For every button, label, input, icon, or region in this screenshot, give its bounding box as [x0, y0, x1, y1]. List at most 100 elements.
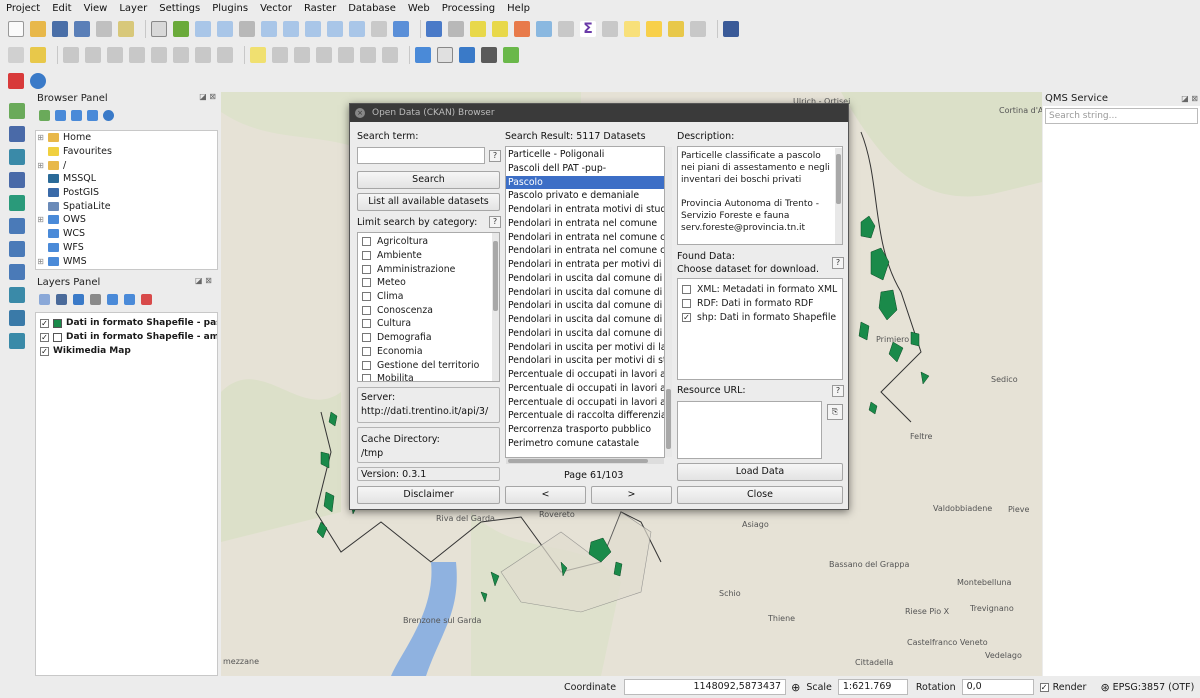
found-item[interactable]: XML: Metadati in formato XML [678, 282, 842, 296]
category-item[interactable]: Ambiente [358, 249, 499, 263]
category-checkbox[interactable] [362, 237, 371, 247]
expand-icon[interactable]: ⊞ [36, 161, 45, 170]
category-item[interactable]: Clima [358, 290, 499, 304]
menu-settings[interactable]: Settings [159, 3, 200, 14]
menu-plugins[interactable]: Plugins [212, 3, 248, 14]
result-item[interactable]: Pendolari in entrata motivi di studio [506, 203, 664, 217]
result-item[interactable]: Percorrenza trasporto pubblico [506, 423, 664, 437]
qms-icon[interactable] [503, 47, 519, 63]
menu-help[interactable]: Help [507, 3, 530, 14]
list-all-button[interactable]: List all available datasets [357, 193, 500, 211]
copy-features-icon[interactable] [195, 47, 211, 63]
expand-icon[interactable]: ⊞ [36, 257, 45, 266]
visibility-icon[interactable] [56, 294, 67, 305]
result-item[interactable]: Pendolari in entrata per motivi di lavor… [506, 258, 664, 272]
browser-item-ows[interactable]: ⊞ OWS [36, 213, 217, 227]
expand-all-icon[interactable] [107, 294, 118, 305]
found-checkbox[interactable] [682, 298, 691, 308]
layer-row[interactable]: ✓ Wikimedia Map [36, 344, 217, 358]
add-feature-icon[interactable] [85, 47, 101, 63]
add-raster-layer-icon[interactable] [9, 126, 25, 142]
csw-icon[interactable] [437, 47, 453, 63]
field-calculator-icon[interactable] [558, 21, 574, 37]
zoom-native-icon[interactable] [239, 21, 255, 37]
browser-item-postgis[interactable]: PostGIS [36, 186, 217, 200]
category-checkbox[interactable] [362, 278, 371, 288]
result-item[interactable]: Percentuale di occupati in lavori a term [506, 396, 664, 410]
remove-layer-icon[interactable] [141, 294, 152, 305]
menu-project[interactable]: Project [6, 3, 40, 14]
copy-url-icon[interactable]: ⎘ [827, 404, 843, 420]
add-virtual-layer-icon[interactable] [9, 310, 25, 326]
result-item[interactable]: Pendolari in uscita per motivi di lavoro [506, 341, 664, 355]
menu-database[interactable]: Database [348, 3, 396, 14]
layer-visibility-checkbox[interactable]: ✓ [40, 332, 49, 342]
print-layout-icon[interactable] [96, 21, 112, 37]
menu-vector[interactable]: Vector [260, 3, 292, 14]
add-vector-layer-icon[interactable] [9, 103, 25, 119]
zoom-layer-icon[interactable] [305, 21, 321, 37]
label-tool-icon[interactable] [250, 47, 266, 63]
current-edits-icon[interactable] [8, 47, 24, 63]
save-edits-icon[interactable] [63, 47, 79, 63]
disclaimer-button[interactable]: Disclaimer [357, 486, 500, 504]
category-item[interactable]: Cultura [358, 317, 499, 331]
refresh-icon[interactable] [393, 21, 409, 37]
zoom-next-icon[interactable] [349, 21, 365, 37]
globe-icon[interactable]: ⊛ [1100, 681, 1109, 694]
browser-item-mssql[interactable]: MSSQL [36, 172, 217, 186]
zoom-last-icon[interactable] [327, 21, 343, 37]
next-page-button[interactable]: > [591, 486, 672, 504]
menu-raster[interactable]: Raster [304, 3, 336, 14]
mouse-icon[interactable]: ⊕ [791, 681, 800, 694]
python-console-icon[interactable] [459, 47, 475, 63]
category-item[interactable]: Gestione del territorio [358, 358, 499, 372]
category-item[interactable]: Economia [358, 345, 499, 359]
layer-visibility-checkbox[interactable]: ✓ [40, 318, 49, 328]
result-item[interactable]: Pendolari in uscita per motivi di studio [506, 354, 664, 368]
browser-item-favourites[interactable]: Favourites [36, 145, 217, 159]
found-item[interactable]: RDF: Dati in formato RDF [678, 296, 842, 310]
result-item[interactable]: Pendolari in entrata nel comune [506, 217, 664, 231]
select-features-icon[interactable] [470, 21, 486, 37]
add-wms-layer-icon[interactable] [9, 218, 25, 234]
browser-item-home[interactable]: ⊞ Home [36, 131, 217, 145]
result-item[interactable]: Percentuale di occupati in lavori a term [506, 368, 664, 382]
category-checkbox[interactable] [362, 360, 371, 370]
select-by-value-icon[interactable] [492, 21, 508, 37]
filter-browser-icon[interactable] [71, 110, 82, 121]
category-item[interactable]: Mobilita [358, 372, 499, 381]
save-project-icon[interactable] [52, 21, 68, 37]
result-item[interactable]: Percentuale di raccolta differenziata [506, 409, 664, 423]
category-item[interactable]: Meteo [358, 276, 499, 290]
label-change-icon[interactable] [360, 47, 376, 63]
new-project-icon[interactable] [8, 21, 24, 37]
result-item[interactable]: Pascolo [506, 175, 664, 190]
layer-row[interactable]: ✓ Dati in formato Shapefile - am… [36, 330, 217, 344]
zoom-selection-icon[interactable] [283, 21, 299, 37]
zoom-full-icon[interactable] [261, 21, 277, 37]
filter-expression-icon[interactable] [90, 294, 101, 305]
search-button[interactable]: Search [357, 171, 500, 189]
deselect-icon[interactable] [514, 21, 530, 37]
label-show-icon[interactable] [294, 47, 310, 63]
result-item[interactable]: Pascolo privato e demaniale [506, 189, 664, 203]
measure-icon[interactable] [602, 21, 618, 37]
qms-float-close-icon[interactable]: ◪ ⊠ [1181, 92, 1198, 106]
help-icon[interactable] [723, 21, 739, 37]
category-item[interactable]: Demografia [358, 331, 499, 345]
move-feature-icon[interactable] [107, 47, 123, 63]
style-manager-icon[interactable] [39, 294, 50, 305]
add-postgis-layer-icon[interactable] [9, 149, 25, 165]
paste-features-icon[interactable] [217, 47, 233, 63]
browser-item-wms[interactable]: ⊞ WMS [36, 254, 217, 268]
found-item[interactable]: ✓ shp: Dati in formato Shapefile [678, 310, 842, 324]
plugin-flag-icon[interactable] [8, 73, 24, 89]
expand-icon[interactable]: ⊞ [36, 215, 45, 224]
layout-manager-icon[interactable] [118, 21, 134, 37]
identify-icon[interactable] [426, 21, 442, 37]
render-checkbox[interactable]: ✓ [1039, 682, 1049, 692]
resource-help-icon[interactable]: ? [832, 385, 844, 397]
pan-icon[interactable] [151, 21, 167, 37]
settings-gear-icon[interactable] [30, 73, 46, 89]
